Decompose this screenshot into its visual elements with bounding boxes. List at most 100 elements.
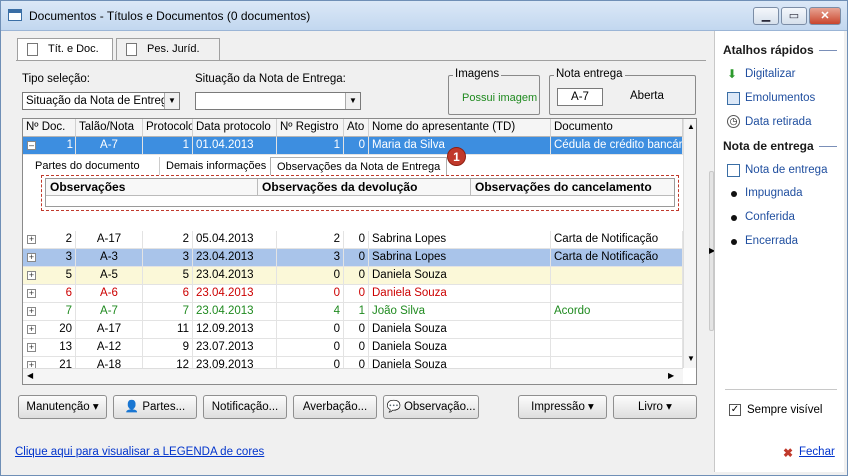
sempre-visivel-checkbox[interactable]: ✓ — [729, 404, 741, 416]
document-icon — [27, 43, 38, 56]
col-num-registro[interactable]: Nº Registro — [277, 119, 344, 137]
livro-label: Livro — [638, 401, 663, 413]
cell-ato: 1 — [344, 303, 369, 321]
col-observacoes-devolucao[interactable]: Observações da devolução — [258, 179, 471, 195]
situacao-select[interactable]: ▼ — [195, 92, 361, 110]
tab-divider — [16, 60, 706, 61]
scroll-left-icon[interactable]: ◀ — [27, 371, 33, 380]
cell-ato: 0 — [344, 321, 369, 339]
table-row[interactable]: +7 A-7 7 23.04.2013 4 1 João Silva Acordo — [23, 303, 683, 321]
col-protocolo[interactable]: Protocolo — [143, 119, 193, 137]
sidebar-item-impugnada[interactable]: Impugnada — [745, 187, 803, 199]
cell-talao: A-17 — [76, 231, 143, 249]
tab-titulos-documentos[interactable]: Tít. e Doc. — [17, 38, 113, 61]
cell-data: 01.04.2013 — [193, 137, 277, 155]
divider — [819, 50, 837, 51]
col-documento[interactable]: Documento — [551, 119, 683, 137]
sidebar-item-digitalizar[interactable]: Digitalizar — [745, 68, 796, 80]
content-area: Tít. e Doc. Pes. Juríd. Tipo seleção: Si… — [6, 31, 844, 472]
sidebar-item-data-retirada[interactable]: Data retirada — [745, 116, 811, 128]
horizontal-scrollbar[interactable]: ◀ ▶ — [23, 368, 683, 384]
nota-entrega-section-title: Nota de entrega — [723, 139, 814, 153]
observacoes-empty-row — [46, 195, 674, 206]
col-observacoes[interactable]: Observações — [46, 179, 258, 195]
fechar-link[interactable]: Fechar — [799, 446, 835, 458]
cell-documento — [551, 321, 683, 339]
title-bar: Documentos - Títulos e Documentos (0 doc… — [1, 1, 847, 31]
cell-protocolo: 2 — [143, 231, 193, 249]
tab-label: Pes. Juríd. — [147, 43, 200, 55]
cell-nome: Daniela Souza — [369, 285, 551, 303]
detail-tab-partes[interactable]: Partes do documento — [29, 157, 146, 175]
table-row[interactable]: +20 A-17 11 12.09.2013 0 0 Daniela Souza — [23, 321, 683, 339]
chevron-down-icon[interactable]: ▼ — [164, 93, 179, 109]
table-row[interactable]: +5 A-5 5 23.04.2013 0 0 Daniela Souza — [23, 267, 683, 285]
col-talao-nota[interactable]: Talão/Nota — [76, 119, 143, 137]
cell-documento: Cédula de crédito bancário — [551, 137, 683, 155]
partes-button[interactable]: 👤 Partes... — [113, 395, 197, 419]
scroll-right-icon[interactable]: ▶ — [668, 371, 674, 380]
situacao-label: Situação da Nota de Entrega: — [195, 73, 346, 85]
detail-tab-observacoes[interactable]: Observações da Nota de Entrega — [270, 157, 448, 175]
chevron-down-icon: ▾ — [666, 401, 672, 413]
cell-registro: 0 — [277, 321, 344, 339]
impressao-button[interactable]: Impressão ▾ — [518, 395, 607, 419]
cell-registro: 3 — [277, 249, 344, 267]
table-row[interactable]: +6 A-6 6 23.04.2013 0 0 Daniela Souza — [23, 285, 683, 303]
detail-tab-demais[interactable]: Demais informações — [159, 157, 272, 175]
col-data-protocolo[interactable]: Data protocolo — [193, 119, 277, 137]
detail-panel: Partes do documento Demais informações O… — [23, 155, 683, 213]
sidebar-item-conferida[interactable]: Conferida — [745, 211, 795, 223]
cell-registro: 0 — [277, 339, 344, 357]
cell-registro: 2 — [277, 231, 344, 249]
notificacao-button[interactable]: Notificação... — [203, 395, 287, 419]
col-num-doc[interactable]: Nº Doc. — [23, 119, 76, 137]
maximize-button[interactable]: ▭ — [781, 7, 807, 25]
cell-documento: Acordo — [551, 303, 683, 321]
download-icon: ⬇ — [727, 67, 738, 81]
averbacao-button[interactable]: Averbação... — [293, 395, 377, 419]
minimize-button[interactable]: ▁ — [753, 7, 779, 25]
scroll-down-icon[interactable]: ▼ — [687, 354, 695, 363]
table-icon — [727, 92, 740, 105]
livro-button[interactable]: Livro ▾ — [613, 395, 697, 419]
cell-talao: A-7 — [76, 137, 143, 155]
col-observacoes-cancelamento[interactable]: Observações do cancelamento — [471, 179, 674, 195]
user-icon: 👤 — [124, 401, 140, 413]
sidebar-item-nota-entrega[interactable]: Nota de entrega — [745, 164, 827, 176]
manutencao-button[interactable]: Manutenção ▾ — [18, 395, 107, 419]
grid-header: Nº Doc. Talão/Nota Protocolo Data protoc… — [23, 119, 683, 137]
nota-entrega-field[interactable]: A-7 — [557, 88, 603, 106]
tipo-selecao-label: Tipo seleção: — [22, 73, 90, 85]
table-row[interactable]: +13 A-12 9 23.07.2013 0 0 Daniela Souza — [23, 339, 683, 357]
document-icon — [727, 164, 740, 177]
divider — [819, 146, 837, 147]
table-row[interactable]: +3 A-3 3 23.04.2013 3 0 Sabrina Lopes Carta de … — [23, 249, 683, 267]
table-row[interactable]: +2 A-17 2 05.04.2013 2 0 Sabrina Lopes Carta de… — [23, 231, 683, 249]
cell-doc: 3 — [23, 249, 76, 267]
tab-pessoa-juridica[interactable]: Pes. Juríd. — [116, 38, 220, 60]
observacao-button[interactable]: 💬 Observação... — [383, 395, 479, 419]
table-row-selected[interactable]: – 1 A-7 1 01.04.2013 1 0 Maria da Silva … — [23, 137, 683, 155]
cell-talao: A-17 — [76, 321, 143, 339]
scroll-up-icon[interactable]: ▲ — [687, 122, 695, 131]
close-window-button[interactable]: ✕ — [809, 7, 841, 25]
cell-talao: A-5 — [76, 267, 143, 285]
chevron-down-icon[interactable]: ▼ — [345, 93, 360, 109]
tipo-selecao-select[interactable]: Situação da Nota de Entrega ▼ — [22, 92, 180, 110]
document-icon — [126, 43, 137, 56]
sidebar-item-encerrada[interactable]: Encerrada — [745, 235, 798, 247]
sidebar-item-emolumentos[interactable]: Emolumentos — [745, 92, 815, 104]
vertical-scrollbar[interactable]: ▲ ▼ — [683, 119, 696, 368]
cell-registro: 0 — [277, 267, 344, 285]
cell-data: 23.04.2013 — [193, 249, 277, 267]
cell-data: 23.04.2013 — [193, 267, 277, 285]
legend-link[interactable]: Clique aqui para visualisar a LEGENDA de… — [15, 446, 264, 458]
nota-entrega-status: Aberta — [630, 90, 664, 102]
cell-talao: A-3 — [76, 249, 143, 267]
chevron-down-icon: ▾ — [92, 401, 99, 413]
cell-doc: 6 — [23, 285, 76, 303]
cell-documento — [551, 267, 683, 285]
col-ato[interactable]: Ato — [344, 119, 369, 137]
col-nome-apresentante[interactable]: Nome do apresentante (TD) — [369, 119, 551, 137]
